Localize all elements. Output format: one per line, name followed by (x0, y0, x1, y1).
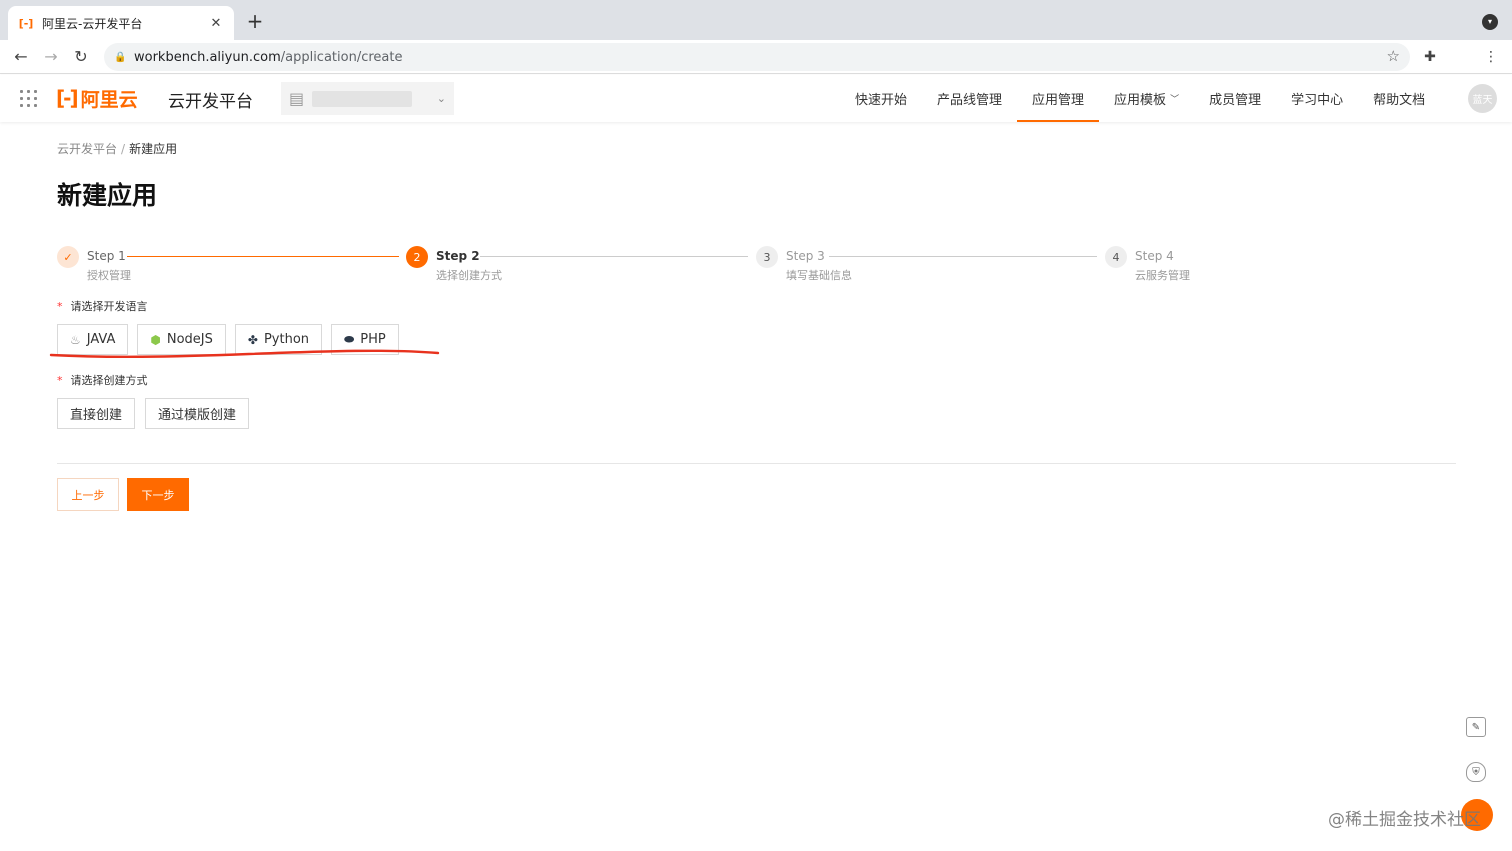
app-header: [-] 阿里云 云开发平台 ▤ ⌄ 快速开始 产品线管理 应用管理 应用模板 ﹀ … (0, 75, 1512, 122)
python-icon: ✤ (247, 332, 258, 347)
lock-icon: 🔒 (114, 51, 127, 63)
step-connector (829, 256, 1097, 257)
create-method-options: 直接创建 通过模版创建 (57, 398, 250, 429)
step-number: 2 (406, 246, 428, 268)
security-shield-icon[interactable]: ⛨ (1466, 762, 1486, 782)
step-connector (127, 256, 399, 257)
nav-members[interactable]: 成员管理 (1194, 75, 1276, 122)
browser-tab-bar: [-] 阿里云-云开发平台 ✕ + ▾ (0, 0, 1512, 40)
step-1: ✓ Step 1 授权管理 (57, 246, 131, 286)
app-grid-icon[interactable] (20, 90, 38, 108)
platform-name: 云开发平台 (168, 92, 253, 112)
step-desc: 填写基础信息 (786, 269, 852, 282)
check-icon: ✓ (57, 246, 79, 268)
create-method-field-label: * 请选择创建方式 (57, 374, 148, 387)
watermark: @稀土掘金技术社区 (1328, 810, 1481, 830)
php-icon: ⬬ (344, 332, 355, 346)
url-path: /application/create (280, 49, 403, 65)
step-desc: 授权管理 (87, 269, 131, 282)
page-title: 新建应用 (57, 181, 158, 210)
forward-arrow-icon[interactable]: → (40, 46, 62, 68)
top-nav: 快速开始 产品线管理 应用管理 应用模板 ﹀ 成员管理 学习中心 帮助文档 (840, 75, 1440, 122)
step-4: 4 Step 4 云服务管理 (1105, 246, 1190, 286)
tab-search-icon[interactable]: ▾ (1482, 14, 1498, 30)
aliyun-logo-icon: [-] (56, 86, 79, 110)
extensions-puzzle-icon[interactable]: ✚ (1419, 46, 1441, 68)
step-3: 3 Step 3 填写基础信息 (756, 246, 852, 286)
logo-text: 阿里云 (80, 88, 138, 111)
create-direct-button[interactable]: 直接创建 (57, 398, 136, 429)
divider (57, 463, 1456, 464)
workspace-select[interactable]: ▤ ⌄ (281, 82, 454, 115)
nav-quick-start[interactable]: 快速开始 (840, 75, 922, 122)
tab-title: 阿里云-云开发平台 (42, 16, 143, 31)
step-number: 4 (1105, 246, 1127, 268)
step-connector (480, 256, 748, 257)
chevron-down-icon: ﹀ (1170, 95, 1180, 105)
workspace-icon: ▤ (289, 89, 305, 108)
aliyun-logo[interactable]: [-] 阿里云 (56, 85, 138, 111)
nodejs-icon: ⬢ (150, 332, 161, 347)
step-title: Step 1 (87, 249, 126, 263)
url-host: workbench.aliyun.com (134, 49, 281, 65)
required-mark: * (57, 300, 63, 313)
red-underline-annotation (49, 349, 440, 359)
reload-icon[interactable]: ↻ (70, 46, 92, 68)
browser-menu-icon[interactable]: ⋮ (1480, 46, 1502, 68)
step-2: 2 Step 2 选择创建方式 (406, 246, 502, 286)
close-tab-icon[interactable]: ✕ (208, 16, 224, 31)
chevron-down-icon: ⌄ (436, 92, 446, 105)
new-tab-button[interactable]: + (244, 10, 266, 32)
step-number: 3 (756, 246, 778, 268)
breadcrumb-current: 新建应用 (129, 142, 178, 156)
step-desc: 选择创建方式 (436, 269, 502, 282)
breadcrumb: 云开发平台 / 新建应用 (57, 140, 177, 157)
avatar[interactable]: 蓝天 (1468, 84, 1497, 113)
step-desc: 云服务管理 (1135, 269, 1190, 282)
browser-tab[interactable]: [-] 阿里云-云开发平台 ✕ (8, 6, 234, 40)
create-from-template-button[interactable]: 通过模版创建 (145, 398, 250, 429)
nav-learning-center[interactable]: 学习中心 (1276, 75, 1358, 122)
breadcrumb-separator: / (121, 142, 126, 156)
breadcrumb-root[interactable]: 云开发平台 (57, 142, 117, 156)
nav-app-management[interactable]: 应用管理 (1017, 75, 1100, 122)
nav-help-docs[interactable]: 帮助文档 (1358, 75, 1440, 122)
step-indicator: ✓ Step 1 授权管理 2 Step 2 选择创建方式 3 Step 3 填写基础… (57, 246, 1207, 286)
feedback-icon[interactable]: ✎ (1466, 717, 1486, 737)
java-icon: ♨ (70, 332, 81, 347)
nav-app-templates[interactable]: 应用模板 ﹀ (1099, 75, 1194, 122)
previous-step-button[interactable]: 上一步 (57, 478, 119, 511)
next-step-button[interactable]: 下一步 (127, 478, 189, 511)
bookmark-star-icon[interactable]: ☆ (1387, 47, 1400, 65)
aliyun-favicon-icon: [-] (18, 16, 34, 30)
back-arrow-icon[interactable]: ← (10, 46, 32, 68)
nav-product-lines[interactable]: 产品线管理 (922, 75, 1017, 122)
workspace-name-redacted (312, 90, 413, 107)
language-field-label: * 请选择开发语言 (57, 300, 148, 313)
address-bar[interactable]: 🔒 workbench.aliyun.com /application/crea… (104, 43, 1410, 71)
browser-toolbar: ← → ↻ 🔒 workbench.aliyun.com /applicatio… (0, 40, 1512, 74)
step-title: Step 4 (1135, 249, 1174, 263)
required-mark: * (57, 374, 63, 387)
